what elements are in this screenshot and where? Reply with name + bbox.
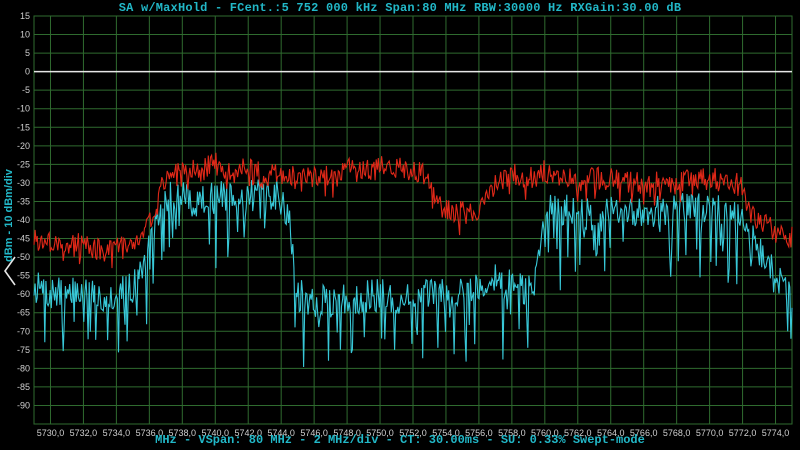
y-tick-label: -20 [17, 141, 30, 151]
y-tick-label: -25 [17, 159, 30, 169]
y-tick-label: -40 [17, 215, 30, 225]
spectrum-plot[interactable]: 5730,0 5732,0 5734,0 5736,0 5738,0 5740,0 5742… [0, 0, 800, 450]
y-tick-label: 10 [20, 30, 30, 40]
y-tick-label: -5 [22, 85, 30, 95]
y-tick-label: -35 [17, 196, 30, 206]
y-tick-label: -60 [17, 289, 30, 299]
y-tick-label: -65 [17, 308, 30, 318]
y-tick-label: -50 [17, 252, 30, 262]
y-tick-label: -30 [17, 178, 30, 188]
y-tick-label: 0 [25, 67, 30, 77]
y-axis-label: dBm - 10 dBm/div [3, 169, 15, 262]
y-tick-label: 5 [25, 48, 30, 58]
y-tick-label: -45 [17, 234, 30, 244]
y-tick-label: -10 [17, 104, 30, 114]
y-tick-label: -80 [17, 363, 30, 373]
y-tick-label: -15 [17, 122, 30, 132]
status-footer: MHz - VSpan: 80 MHz - 2 MHz/div - CT: 30… [155, 433, 645, 447]
y-tick-label: -85 [17, 382, 30, 392]
chevron-left-icon[interactable] [3, 256, 17, 286]
y-tick-label: -90 [17, 400, 30, 410]
y-tick-label: 15 [20, 11, 30, 21]
y-tick-label: -55 [17, 271, 30, 281]
y-tick-label: -70 [17, 326, 30, 336]
y-tick-label: -75 [17, 345, 30, 355]
